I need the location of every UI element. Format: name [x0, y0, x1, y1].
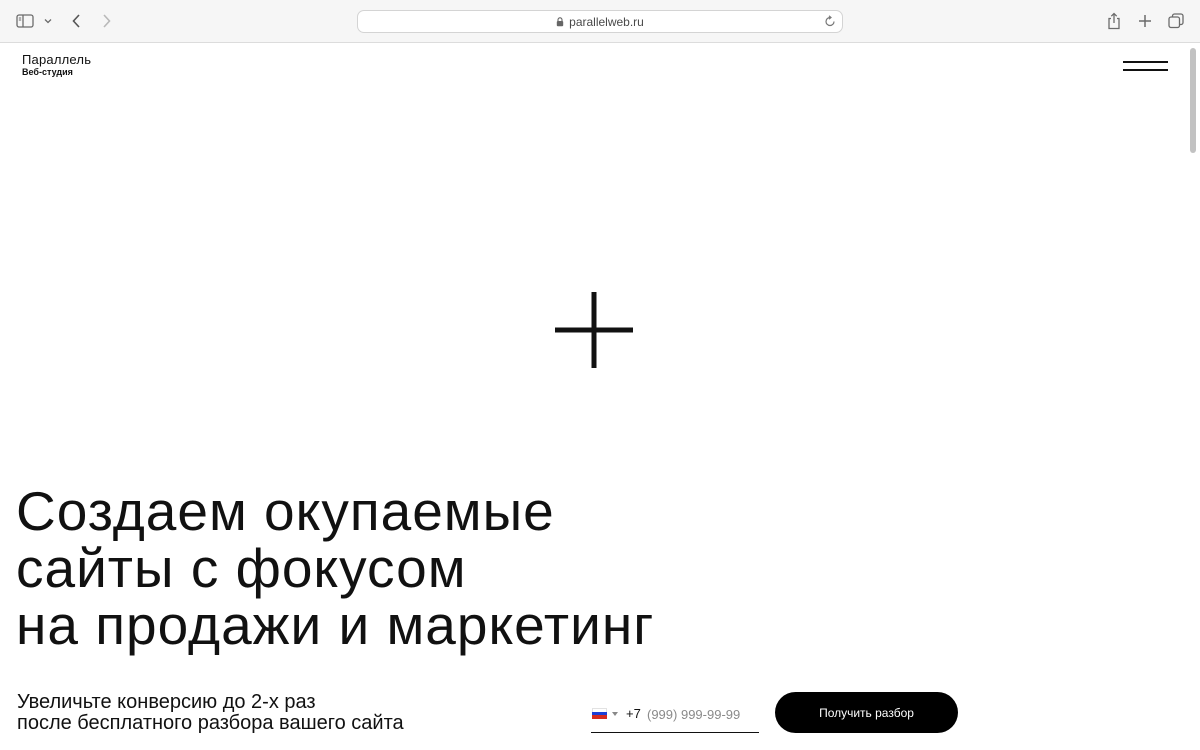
- phone-field: +7: [591, 698, 759, 733]
- get-review-button[interactable]: Получить разбор: [775, 692, 958, 733]
- hero-title: Создаем окупаемые сайты с фокусом на про…: [16, 483, 654, 654]
- plus-icon: [555, 292, 633, 375]
- chevron-right-icon[interactable]: [98, 12, 114, 30]
- hero-subtitle: Увеличьте конверсию до 2-х раз после бес…: [17, 692, 404, 734]
- share-icon[interactable]: [1105, 10, 1123, 32]
- country-dropdown-caret-icon[interactable]: [612, 712, 618, 716]
- reload-icon[interactable]: [824, 15, 836, 33]
- new-tab-plus-icon[interactable]: [1136, 12, 1154, 30]
- scrollbar[interactable]: [1186, 44, 1200, 750]
- address-bar[interactable]: parallelweb.ru: [357, 10, 843, 33]
- site-logo[interactable]: Параллель Веб-студия: [22, 53, 91, 78]
- tabs-overview-icon[interactable]: [1166, 11, 1186, 31]
- lock-icon: [556, 16, 564, 27]
- russia-flag-icon[interactable]: [592, 708, 607, 719]
- scrollbar-thumb[interactable]: [1190, 48, 1196, 153]
- chevron-left-icon[interactable]: [68, 12, 84, 30]
- hero-title-line: сайты с фокусом: [16, 537, 467, 599]
- hero-title-line: Создаем окупаемые: [16, 480, 555, 542]
- browser-toolbar: parallelweb.ru: [0, 0, 1200, 43]
- phone-country-code: +7: [626, 706, 641, 721]
- menu-line: [1123, 61, 1168, 63]
- menu-line: [1123, 69, 1168, 71]
- hero-subtitle-line: Увеличьте конверсию до 2-х раз: [17, 691, 316, 713]
- hamburger-menu-icon[interactable]: [1122, 58, 1170, 76]
- logo-title: Параллель: [22, 52, 92, 67]
- sidebar-icon[interactable]: [14, 12, 36, 30]
- phone-input[interactable]: [645, 704, 759, 724]
- hero-subtitle-line: после бесплатного разбора вашего сайта: [17, 712, 404, 734]
- page-viewport: Параллель Веб-студия Создаем окупаемые с…: [0, 44, 1186, 750]
- chevron-down-icon[interactable]: [42, 15, 54, 27]
- url-text: parallelweb.ru: [569, 14, 644, 29]
- logo-subtitle: Веб-студия: [22, 67, 73, 77]
- hero-title-line: на продажи и маркетинг: [16, 594, 655, 656]
